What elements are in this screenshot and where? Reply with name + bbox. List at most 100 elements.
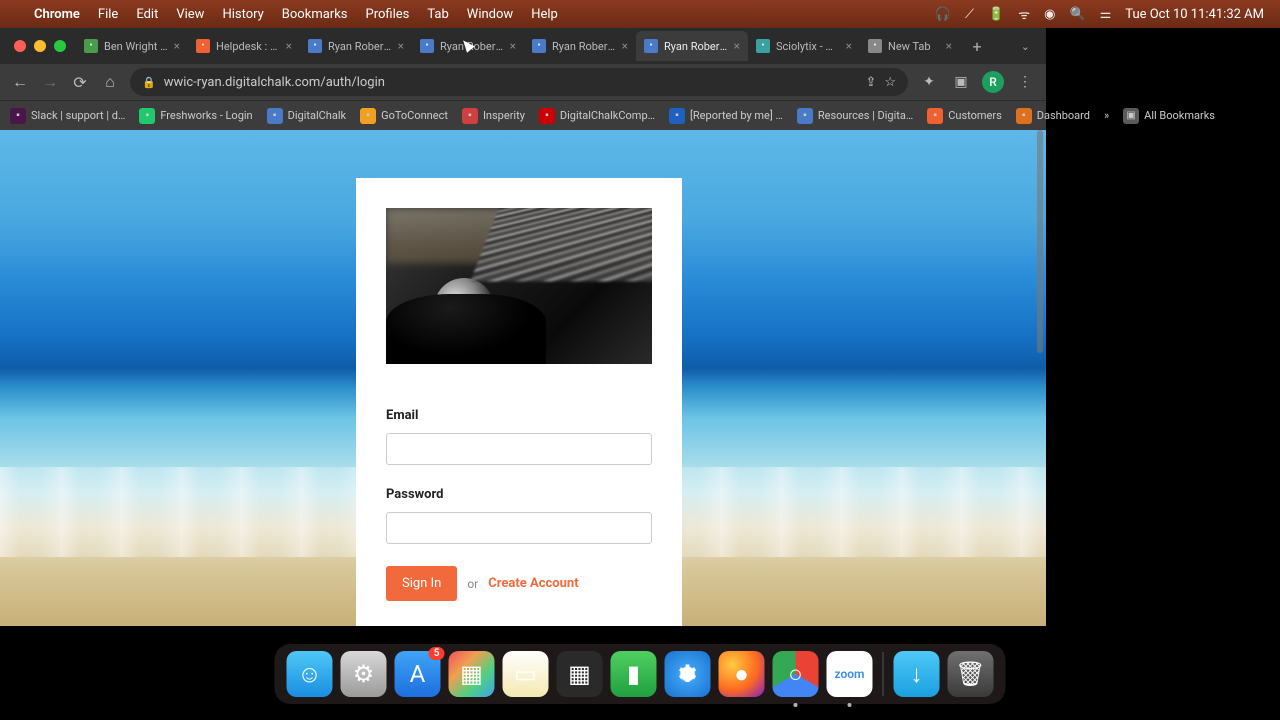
password-label: Password <box>386 487 652 502</box>
signin-button[interactable]: Sign In <box>386 566 457 601</box>
bookmark-star-icon[interactable]: ☆ <box>884 75 896 90</box>
tab-title: Ryan Roberts <box>328 40 392 53</box>
bookmark-item[interactable]: ▪[Reported by me] … <box>669 108 783 124</box>
tool-icon[interactable]: ⟋ <box>965 7 974 22</box>
reload-button[interactable]: ⟳ <box>70 73 90 92</box>
tab-favicon: • <box>644 39 658 53</box>
bookmark-item[interactable]: ▪ Freshworks - Login <box>139 108 252 124</box>
history-menu[interactable]: History <box>222 7 263 22</box>
spotlight-icon[interactable]: 🔍 <box>1069 7 1085 22</box>
bookmark-label: Freshworks - Login <box>160 109 252 122</box>
bookmark-favicon: ▪ <box>139 108 155 124</box>
dock-downloads[interactable]: ↓ <box>894 651 940 697</box>
maximize-window-button[interactable] <box>54 40 66 52</box>
dock-chrome[interactable]: ○ <box>773 651 819 697</box>
control-center-icon[interactable]: ⚌ <box>1100 7 1112 22</box>
dock-trash[interactable]: 🗑 <box>948 651 994 697</box>
file-menu[interactable]: File <box>98 7 118 22</box>
address-bar[interactable]: 🔒 wwic-ryan.digitalchalk.com/auth/login … <box>130 68 908 96</box>
tab-close-icon[interactable]: × <box>398 39 404 53</box>
clock[interactable]: Tue Oct 10 11:41:32 AM <box>1125 7 1264 22</box>
tab-close-icon[interactable]: × <box>510 39 516 53</box>
bookmark-item[interactable]: ▪Resources | Digita… <box>797 108 913 124</box>
tab-favicon: • <box>308 39 322 53</box>
profile-avatar[interactable]: R <box>982 71 1004 93</box>
email-field[interactable] <box>386 433 652 465</box>
bookmark-favicon: ▪ <box>360 108 376 124</box>
bookmark-favicon: ▪ <box>927 108 943 124</box>
user-icon[interactable]: ◉ <box>1044 7 1055 22</box>
view-menu[interactable]: View <box>176 7 204 22</box>
browser-tab[interactable]: •New Tab× <box>860 31 960 61</box>
dock-appstore[interactable]: A5 <box>395 651 441 697</box>
browser-tab[interactable]: •Sciolytix - Cal× <box>748 31 860 61</box>
tabs-dropdown[interactable]: ⌄ <box>1013 40 1038 53</box>
extensions-icon[interactable]: ✦ <box>918 74 940 90</box>
chrome-menu-icon[interactable]: ⋮ <box>1014 74 1036 90</box>
panel-icon[interactable]: ▣ <box>950 74 972 90</box>
profiles-menu[interactable]: Profiles <box>366 7 410 22</box>
tab-close-icon[interactable]: × <box>846 39 852 53</box>
headphones-icon[interactable]: 🎧 <box>935 7 951 22</box>
toolbar: ← → ⟳ ⌂ 🔒 wwic-ryan.digitalchalk.com/aut… <box>0 64 1046 100</box>
browser-tab[interactable]: •Ryan Roberts× <box>636 31 748 61</box>
window-controls <box>8 40 76 52</box>
bookmark-item[interactable]: ▪ Customers <box>927 108 1002 124</box>
tab-close-icon[interactable]: × <box>734 39 740 53</box>
bookmark-item[interactable]: ▪DigitalChalkComp… <box>539 108 655 124</box>
or-text: or <box>467 577 478 591</box>
browser-tab[interactable]: •Ben Wright - c× <box>76 31 188 61</box>
dock-calculator[interactable]: ▦ <box>557 651 603 697</box>
tab-close-icon[interactable]: × <box>174 39 180 53</box>
bookmark-item[interactable]: ▪Dashboard <box>1016 108 1090 124</box>
minimize-window-button[interactable] <box>34 40 46 52</box>
tab-title: Ben Wright - c <box>104 40 168 53</box>
browser-tab[interactable]: •Ryan Roberts× <box>524 31 636 61</box>
bookmark-item[interactable]: ▪Insperity <box>462 108 525 124</box>
bookmarks-bar: ▪Slack | support | d… ▪ Freshworks - Login… <box>0 100 1046 130</box>
tab-close-icon[interactable]: × <box>286 39 292 53</box>
dock-zoom[interactable]: zoom <box>827 651 873 697</box>
tab-title: Helpdesk : Dig <box>216 40 280 53</box>
bookmark-item[interactable]: ▪Slack | support | d… <box>10 108 125 124</box>
tab-close-icon[interactable]: × <box>622 39 628 53</box>
share-icon[interactable]: ⇪ <box>865 75 876 90</box>
scrollbar[interactable] <box>1036 130 1044 626</box>
browser-tab[interactable]: • Ryan Roberts × <box>300 31 412 61</box>
bookmark-favicon: ▪ <box>797 108 813 124</box>
scroll-thumb[interactable] <box>1037 130 1043 353</box>
help-menu[interactable]: Help <box>531 7 558 22</box>
dock-firefox[interactable]: ● <box>719 651 765 697</box>
dock-notes[interactable]: ▭ <box>503 651 549 697</box>
dock-safari[interactable]: ✱ <box>665 651 711 697</box>
close-window-button[interactable] <box>14 40 26 52</box>
dock-launchpad[interactable]: ▦ <box>449 651 495 697</box>
bookmark-label: DigitalChalkComp… <box>560 109 655 122</box>
wifi-icon[interactable]: ᯤ <box>1018 5 1030 23</box>
tab-menu[interactable]: Tab <box>427 7 448 22</box>
bookmark-label: Customers <box>948 109 1002 122</box>
browser-tab[interactable]: •Ryan Roberts× <box>412 31 524 61</box>
back-button[interactable]: ← <box>10 72 30 92</box>
bookmark-item[interactable]: ▪DigitalChalk <box>267 108 346 124</box>
bookmarks-overflow[interactable]: » <box>1104 109 1109 122</box>
forward-button[interactable]: → <box>40 72 60 92</box>
new-tab-button[interactable]: + <box>964 33 990 59</box>
window-menu[interactable]: Window <box>467 7 513 22</box>
all-bookmarks[interactable]: ▣ All Bookmarks <box>1123 108 1215 124</box>
bookmark-item[interactable]: ▪GoToConnect <box>360 108 448 124</box>
dock-settings[interactable]: ⚙ <box>341 651 387 697</box>
tab-close-icon[interactable]: × <box>946 39 952 53</box>
password-field[interactable] <box>386 512 652 544</box>
app-menu[interactable]: Chrome <box>34 7 80 22</box>
battery-icon[interactable]: 🔋 <box>988 7 1004 22</box>
edit-menu[interactable]: Edit <box>136 7 158 22</box>
dock-numbers[interactable]: ▮ <box>611 651 657 697</box>
home-button[interactable]: ⌂ <box>100 72 120 92</box>
browser-tab[interactable]: •Helpdesk : Dig× <box>188 31 300 61</box>
all-bookmarks-label: All Bookmarks <box>1144 109 1215 122</box>
bookmarks-menu[interactable]: Bookmarks <box>282 7 348 22</box>
dock-finder[interactable]: ☺ <box>287 651 333 697</box>
create-account-link[interactable]: Create Account <box>488 576 578 591</box>
tab-title: New Tab <box>888 40 940 53</box>
